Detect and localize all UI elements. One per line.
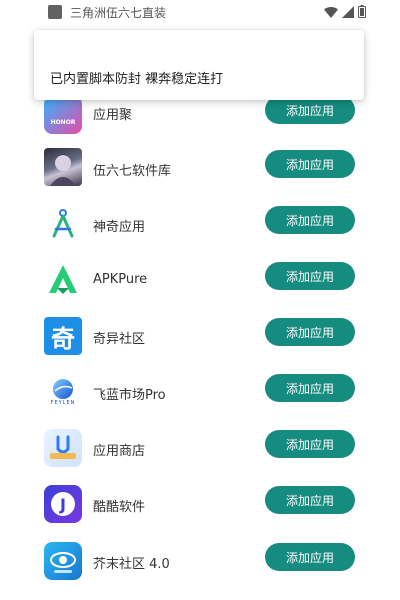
list-item: APKPure 添加应用	[0, 252, 400, 308]
qiyi-icon[interactable]: 奇	[44, 317, 82, 355]
apkpure-glyph	[49, 265, 77, 294]
list-item: 神奇应用 添加应用	[0, 196, 400, 252]
toast-message: 已内置脚本防封 裸奔稳定连打	[50, 72, 224, 87]
compass-glyph	[52, 209, 74, 238]
add-app-button[interactable]: 添加应用	[265, 374, 355, 402]
wuliuqi-avatar-icon[interactable]	[44, 148, 82, 186]
app-store-icon[interactable]	[44, 429, 82, 467]
feilan-icon[interactable]: FEYLEN	[44, 373, 82, 411]
add-app-button[interactable]: 添加应用	[265, 486, 355, 514]
list-item: 伍六七软件库 添加应用	[0, 140, 400, 196]
app-name: 芥末社区 4.0	[93, 557, 170, 572]
icon-label: J	[60, 494, 66, 514]
add-app-button[interactable]: 添加应用	[265, 318, 355, 346]
app-name: 奇异社区	[93, 332, 146, 347]
list-item: 奇 奇异社区 添加应用	[0, 308, 400, 364]
app-name: 应用商店	[93, 444, 146, 459]
kuku-badge: J	[51, 492, 75, 516]
list-item: 应用商店 添加应用	[0, 420, 400, 476]
app-name: 伍六七软件库	[93, 164, 172, 179]
icon-label: 奇	[51, 324, 75, 353]
apkpure-icon[interactable]	[44, 260, 82, 298]
compass-drafting-icon[interactable]	[44, 204, 82, 242]
app-name: 应用聚	[93, 108, 133, 123]
app-name: 酷酷软件	[93, 500, 146, 515]
feilan-globe	[53, 379, 73, 399]
kuku-icon[interactable]: J	[44, 485, 82, 523]
add-app-button[interactable]: 添加应用	[265, 96, 355, 124]
add-app-button[interactable]: 添加应用	[265, 262, 355, 290]
store-bag-glyph	[50, 435, 76, 459]
avatar-figure	[50, 154, 76, 186]
app-name: 神奇应用	[93, 220, 146, 235]
yingyongju-icon[interactable]: HONOR	[44, 96, 82, 134]
icon-label: HONOR	[50, 118, 76, 126]
toast-popup: 已内置脚本防封 裸奔稳定连打	[34, 30, 364, 100]
app-name: 飞蓝市场Pro	[93, 388, 166, 403]
jiemo-glyph	[50, 552, 76, 573]
add-app-button[interactable]: 添加应用	[265, 543, 355, 571]
app-name: APKPure	[93, 272, 148, 287]
jiemo-icon[interactable]	[44, 542, 82, 580]
list-item: 芥末社区 4.0 添加应用	[0, 532, 400, 588]
list-item: J 酷酷软件 添加应用	[0, 476, 400, 532]
icon-label: FEYLEN	[50, 400, 76, 406]
add-app-button[interactable]: 添加应用	[265, 206, 355, 234]
add-app-button[interactable]: 添加应用	[265, 430, 355, 458]
list-item: FEYLEN 飞蓝市场Pro 添加应用	[0, 364, 400, 420]
add-app-button[interactable]: 添加应用	[265, 150, 355, 178]
